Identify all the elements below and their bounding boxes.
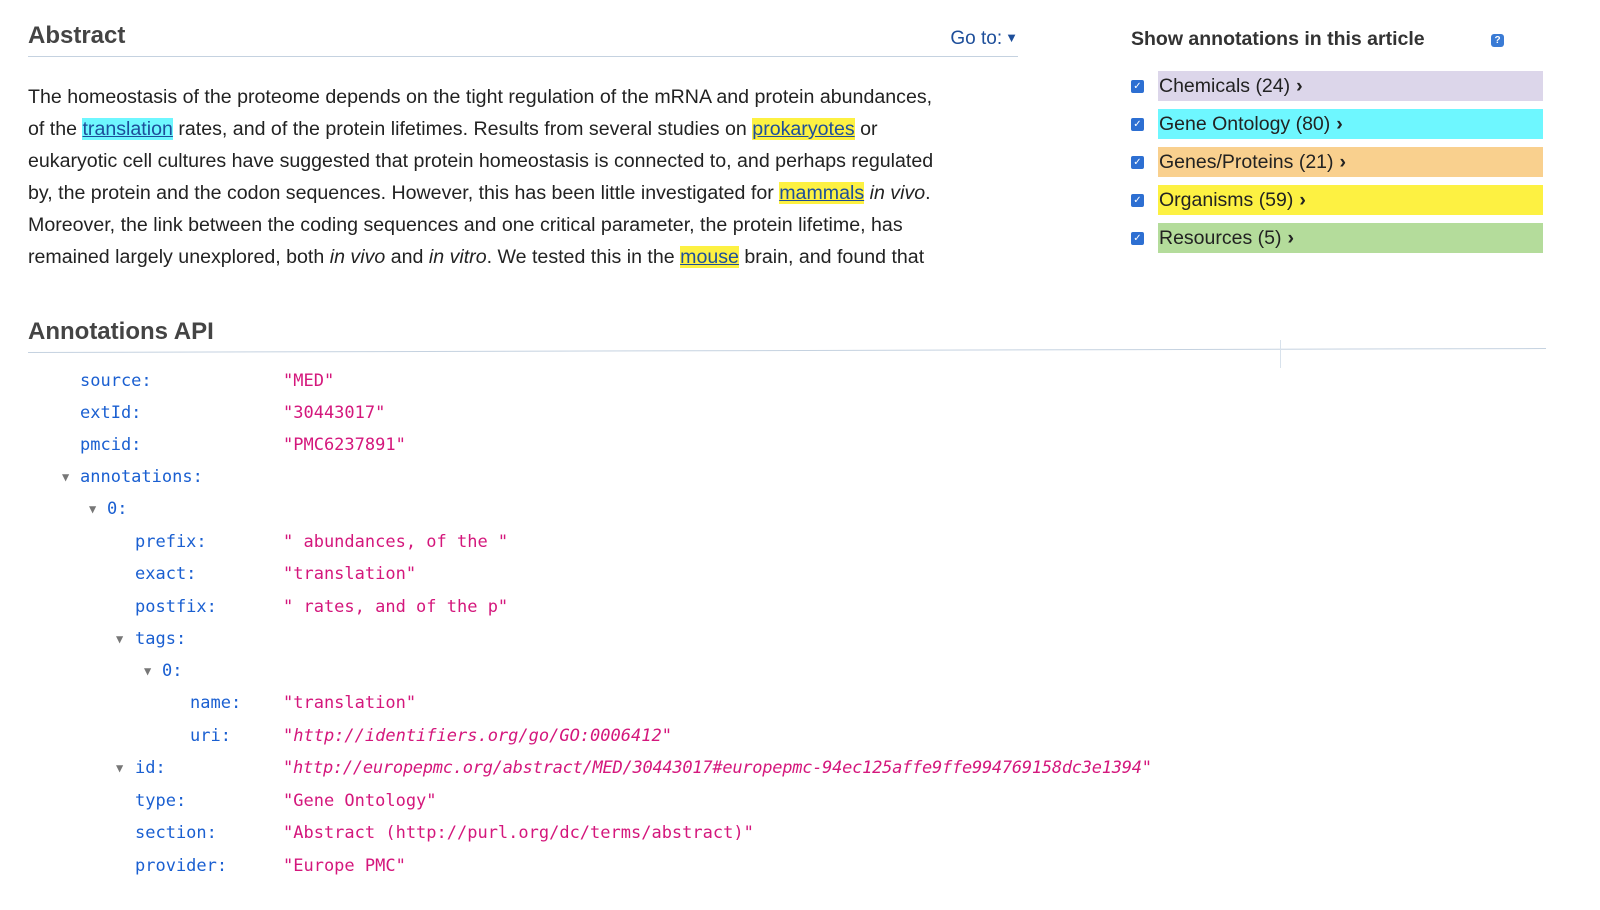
json-key: source: — [80, 371, 152, 391]
checkbox-checked-icon[interactable]: ✓ — [1131, 80, 1144, 93]
json-value-url[interactable]: "http://identifiers.org/go/GO:0006412" — [283, 723, 672, 749]
json-value: " rates, and of the p" — [283, 597, 509, 617]
json-key: section: — [135, 823, 217, 843]
annotation-type-chemicals: ✓ Chemicals (24) › — [1131, 71, 1543, 101]
json-key[interactable]: 0: — [107, 496, 127, 522]
annotation-type-label: Chemicals (24) — [1159, 75, 1291, 97]
collapse-triangle-icon[interactable]: ▼ — [116, 626, 130, 652]
annotation-type-label: Genes/Proteins (21) — [1159, 151, 1334, 173]
annotation-type-organisms: ✓ Organisms (59) › — [1131, 185, 1543, 215]
json-value: " abundances, of the " — [283, 532, 509, 552]
abstract-line: and — [390, 246, 424, 268]
help-icon[interactable]: ? — [1491, 34, 1504, 47]
abstract-line: by, the protein and the codon sequences.… — [28, 182, 774, 204]
chevron-right-icon: › — [1339, 151, 1347, 173]
collapse-triangle-icon[interactable]: ▼ — [62, 464, 76, 490]
json-key: pmcid: — [80, 435, 142, 455]
annotation-type-genes-proteins: ✓ Genes/Proteins (21) › — [1131, 147, 1543, 177]
chevron-right-icon: › — [1336, 113, 1343, 135]
annotation-term-mouse[interactable]: mouse — [680, 246, 739, 268]
annotations-panel-title: Show annotations in this article — [1131, 28, 1425, 50]
checkbox-checked-icon[interactable]: ✓ — [1131, 232, 1144, 245]
annotation-type-label: Gene Ontology (80) — [1159, 113, 1331, 135]
json-value: "30443017" — [283, 403, 386, 423]
annotation-term-mammals[interactable]: mammals — [779, 182, 865, 204]
annotation-type-toggle[interactable]: Gene Ontology (80) › — [1158, 109, 1543, 139]
json-value: "translation" — [283, 564, 417, 584]
abstract-header: Abstract Go to: ▼ — [28, 22, 1018, 57]
annotation-type-label: Resources (5) — [1159, 227, 1282, 249]
abstract-line: brain, and found that — [744, 246, 925, 268]
json-value: "Gene Ontology" — [283, 791, 437, 811]
json-value-url[interactable]: "http://europepmc.org/abstract/MED/30443… — [283, 755, 1152, 781]
abstract-title: Abstract — [28, 22, 126, 49]
abstract-section: Abstract Go to: ▼ The homeostasis of the … — [28, 22, 1018, 273]
json-key[interactable]: id: — [135, 755, 166, 781]
checkbox-checked-icon[interactable]: ✓ — [1131, 156, 1144, 169]
json-key[interactable]: tags: — [135, 626, 186, 652]
chevron-right-icon: › — [1287, 227, 1294, 249]
abstract-line: . We tested this in the — [486, 246, 675, 268]
collapse-triangle-icon[interactable]: ▼ — [89, 496, 103, 522]
annotation-term-prokaryotes[interactable]: prokaryotes — [752, 118, 855, 140]
annotation-type-gene-ontology: ✓ Gene Ontology (80) › — [1131, 109, 1543, 139]
collapse-triangle-icon[interactable]: ▼ — [116, 755, 130, 781]
annotation-term-translation[interactable]: translation — [82, 118, 173, 140]
json-key: provider: — [135, 856, 228, 876]
abstract-line: The homeostasis of the proteome depends … — [28, 86, 933, 108]
json-value: "PMC6237891" — [283, 435, 406, 455]
emphasis-in-vivo: in vivo — [329, 246, 386, 268]
abstract-line: . — [925, 182, 931, 204]
chevron-right-icon: › — [1299, 189, 1306, 211]
annotation-type-toggle[interactable]: Genes/Proteins (21) › — [1158, 147, 1543, 177]
goto-dropdown[interactable]: Go to: ▼ — [950, 28, 1018, 50]
json-key: uri: — [190, 726, 231, 746]
json-key: prefix: — [135, 532, 207, 552]
abstract-line: Moreover, the link between the coding se… — [28, 214, 903, 236]
json-value: "Europe PMC" — [283, 856, 406, 876]
divider — [27, 348, 1546, 353]
json-key: type: — [135, 791, 187, 811]
goto-label: Go to: — [950, 28, 1003, 49]
emphasis-in-vivo: in vivo — [869, 182, 926, 204]
json-key: extId: — [80, 403, 142, 423]
caret-down-icon: ▼ — [1005, 30, 1018, 45]
json-key[interactable]: 0: — [162, 658, 182, 684]
abstract-text: The homeostasis of the proteome depends … — [28, 81, 1018, 273]
annotation-type-toggle[interactable]: Organisms (59) › — [1158, 185, 1543, 215]
annotation-type-label: Organisms (59) — [1159, 189, 1294, 211]
json-value: "translation" — [283, 693, 417, 713]
chevron-right-icon: › — [1296, 75, 1303, 97]
collapse-triangle-icon[interactable]: ▼ — [144, 658, 158, 684]
annotations-api-title: Annotations API — [28, 318, 214, 345]
json-key: exact: — [135, 564, 197, 584]
abstract-line: rates, and of the protein lifetimes. Res… — [178, 118, 747, 140]
json-key: name: — [190, 693, 242, 713]
checkbox-checked-icon[interactable]: ✓ — [1131, 194, 1144, 207]
json-value: "MED" — [283, 371, 335, 391]
json-key[interactable]: annotations: — [80, 464, 203, 490]
emphasis-in-vitro: in vitro — [428, 246, 487, 268]
annotation-type-resources: ✓ Resources (5) › — [1131, 223, 1543, 253]
abstract-line: of the — [28, 118, 78, 140]
abstract-line: or — [860, 118, 878, 140]
annotation-type-toggle[interactable]: Chemicals (24) › — [1158, 71, 1543, 101]
json-value: "Abstract (http://purl.org/dc/terms/abst… — [283, 823, 754, 843]
divider — [1280, 340, 1281, 368]
checkbox-checked-icon[interactable]: ✓ — [1131, 118, 1144, 131]
abstract-line: remained largely unexplored, both — [28, 246, 325, 268]
annotation-type-list: ✓ Chemicals (24) › ✓ Gene Ontology (80) › … — [1131, 71, 1543, 261]
annotation-type-toggle[interactable]: Resources (5) › — [1158, 223, 1543, 253]
abstract-line: eukaryotic cell cultures have suggested … — [28, 150, 934, 172]
json-key: postfix: — [135, 597, 217, 617]
